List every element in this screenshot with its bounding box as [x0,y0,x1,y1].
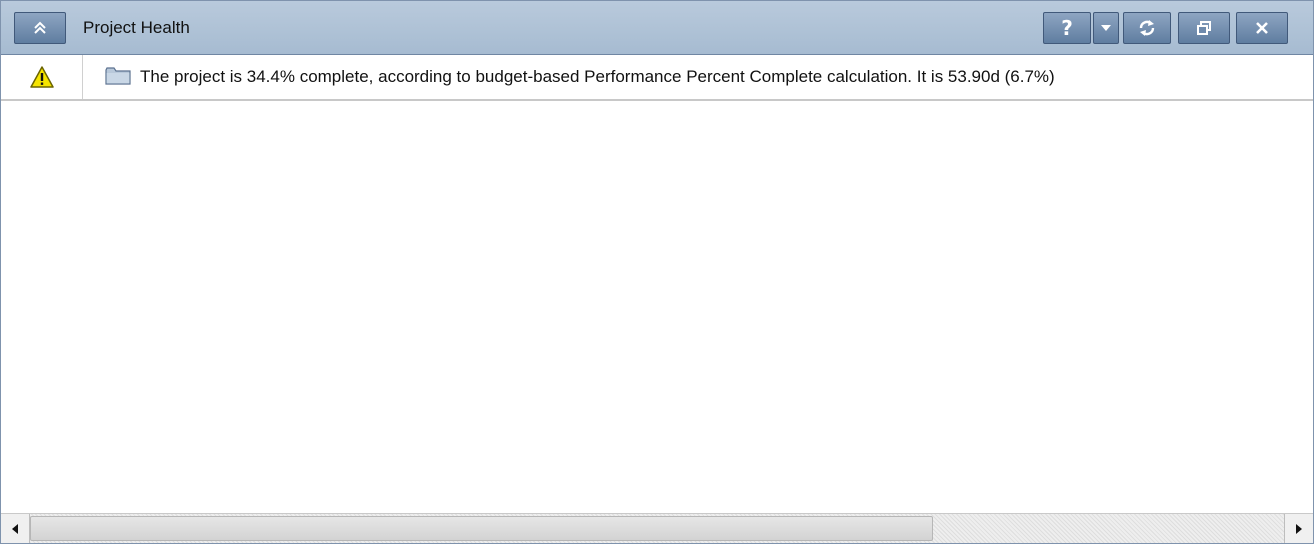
help-button[interactable]: ? [1043,12,1091,44]
panel-title: Project Health [83,18,190,37]
folder-icon [105,67,131,85]
scroll-left-button[interactable] [1,514,30,543]
close-button[interactable] [1236,12,1288,44]
arrow-left-icon [12,523,18,534]
scroll-track[interactable] [30,514,1284,543]
refresh-button[interactable] [1123,12,1171,44]
status-cell [1,55,83,99]
project-health-panel: Project Health ? The project is 34.4% co… [0,0,1314,544]
horizontal-scrollbar[interactable] [1,513,1313,543]
close-icon [1256,22,1268,34]
refresh-icon [1139,20,1155,36]
health-message-row[interactable]: The project is 34.4% complete, according… [1,55,1313,101]
help-dropdown-button[interactable] [1093,12,1119,44]
restore-window-icon [1197,21,1211,35]
collapse-button[interactable] [14,12,66,44]
chevron-down-icon [1101,25,1111,31]
arrow-right-icon [1296,523,1302,534]
health-message-text: The project is 34.4% complete, according… [140,67,1055,86]
double-chevron-up-icon [34,21,46,34]
warning-icon [29,66,54,88]
scroll-right-button[interactable] [1284,514,1313,543]
restore-button[interactable] [1178,12,1230,44]
panel-title-bar: Project Health ? [1,1,1313,55]
scroll-thumb[interactable] [30,516,933,541]
help-label: ? [1061,16,1073,40]
